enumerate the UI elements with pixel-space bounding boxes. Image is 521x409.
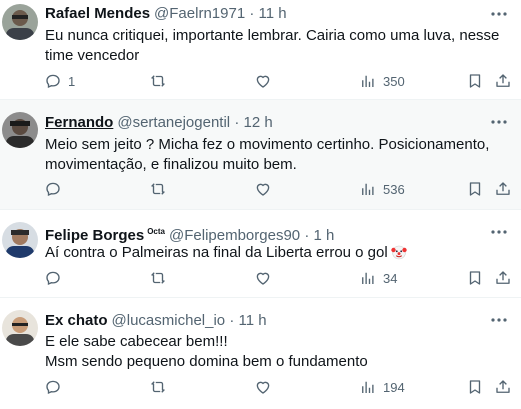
- retweet-button[interactable]: [149, 269, 173, 287]
- bookmark-button[interactable]: [466, 378, 484, 396]
- more-icon[interactable]: [489, 310, 509, 330]
- bookmark-icon: [469, 182, 481, 196]
- bookmark-icon: [469, 74, 481, 88]
- timestamp[interactable]: 11 h: [238, 312, 266, 329]
- tweet-text-line-2: Msm sendo pequeno domina bem o fundament…: [45, 353, 368, 370]
- timestamp[interactable]: 12 h: [243, 114, 272, 131]
- author-name[interactable]: Rafael Mendes: [45, 5, 150, 22]
- reply-icon: [46, 74, 60, 89]
- views-icon: [362, 381, 374, 393]
- tweet-3[interactable]: Felipe Borges Octa @Felipemborges90 · 1 h …: [0, 210, 521, 298]
- views-icon: [362, 75, 374, 87]
- timestamp[interactable]: 11 h: [259, 5, 287, 22]
- tweet-2[interactable]: Fernando @sertanejogentil · 12 h Meio sem…: [0, 100, 521, 210]
- tweet-actions: 34: [0, 269, 521, 289]
- tweet-header: Rafael Mendes @Faelrn1971 · 11 h: [45, 5, 287, 23]
- separator-dot: ·: [304, 227, 310, 244]
- views-button[interactable]: 34: [359, 269, 397, 287]
- author-handle[interactable]: @lucasmichel_io: [112, 312, 226, 329]
- like-icon: [256, 75, 270, 88]
- like-icon: [256, 272, 270, 285]
- bookmark-button[interactable]: [466, 72, 484, 90]
- share-icon: [496, 271, 510, 284]
- more-icon[interactable]: [489, 112, 509, 132]
- tweet-text: Eu nunca critiquei, importante lembrar. …: [45, 27, 500, 64]
- retweet-button[interactable]: [149, 180, 173, 198]
- tweet-header: Ex chato @lucasmichel_io · 11 h: [45, 312, 267, 330]
- tweet-header: Felipe Borges Octa @Felipemborges90 · 1 h: [45, 223, 334, 245]
- tweet-4[interactable]: Ex chato @lucasmichel_io · 11 h E ele sab…: [0, 298, 521, 409]
- separator-dot: ·: [234, 114, 240, 131]
- share-button[interactable]: [494, 72, 512, 90]
- tweet-actions: 536: [0, 180, 521, 200]
- views-button[interactable]: 536: [359, 180, 405, 198]
- separator-dot: ·: [229, 312, 235, 329]
- retweet-button[interactable]: [149, 72, 173, 90]
- view-count: 536: [383, 181, 405, 197]
- like-button[interactable]: [254, 180, 278, 198]
- author-handle[interactable]: @Felipemborges90: [169, 227, 300, 244]
- more-icon[interactable]: [489, 222, 509, 242]
- share-icon: [496, 380, 510, 393]
- reply-icon: [46, 271, 60, 286]
- tweet-text-line-1: E ele sabe cabecear bem!!!: [45, 333, 228, 350]
- bookmark-button[interactable]: [466, 269, 484, 287]
- author-name[interactable]: Fernando: [45, 114, 113, 131]
- like-button[interactable]: [254, 269, 278, 287]
- avatar[interactable]: [2, 112, 38, 148]
- separator-dot: ·: [249, 5, 255, 22]
- tweet-text-container: Aí contra o Palmeiras na final da Libert…: [45, 243, 505, 263]
- views-button[interactable]: 350: [359, 72, 405, 90]
- retweet-button[interactable]: [149, 378, 173, 396]
- avatar[interactable]: [2, 310, 38, 346]
- author-handle[interactable]: @sertanejogentil: [117, 114, 230, 131]
- share-button[interactable]: [494, 269, 512, 287]
- reply-button[interactable]: [44, 180, 68, 198]
- share-button[interactable]: [494, 180, 512, 198]
- author-badge: Octa: [147, 227, 165, 236]
- retweet-icon: [151, 75, 165, 87]
- share-icon: [496, 182, 510, 195]
- tweet-actions: 194: [0, 378, 521, 398]
- avatar[interactable]: [2, 4, 38, 40]
- reply-button[interactable]: [44, 269, 68, 287]
- reply-count: 1: [68, 73, 76, 89]
- retweet-icon: [151, 381, 165, 393]
- timestamp[interactable]: 1 h: [313, 227, 334, 244]
- view-count: 34: [383, 270, 398, 286]
- share-button[interactable]: [494, 378, 512, 396]
- clown-face-emoji: [391, 245, 407, 260]
- views-icon: [362, 272, 374, 284]
- share-icon: [496, 74, 510, 87]
- view-count: 350: [383, 73, 405, 89]
- like-button[interactable]: [254, 378, 278, 396]
- bookmark-button[interactable]: [466, 180, 484, 198]
- more-icon[interactable]: [489, 4, 509, 24]
- view-count: 194: [383, 379, 405, 395]
- tweet-1[interactable]: Rafael Mendes @Faelrn1971 · 11 h Eu nunca…: [0, 0, 521, 100]
- tweet-actions: 1 350: [0, 72, 521, 92]
- tweet-text: Aí contra o Palmeiras na final da Libert…: [45, 244, 388, 261]
- tweet-header: Fernando @sertanejogentil · 12 h: [45, 114, 273, 132]
- reply-icon: [46, 380, 60, 395]
- tweet-text: E ele sabe cabecear bem!!! Msm sendo peq…: [45, 332, 505, 372]
- author-handle[interactable]: @Faelrn1971: [154, 5, 245, 22]
- views-icon: [362, 183, 374, 195]
- reply-icon: [46, 182, 60, 197]
- tweet-text: Meio sem jeito ? Micha fez o movimento c…: [45, 136, 490, 173]
- views-button[interactable]: 194: [359, 378, 405, 396]
- bookmark-icon: [469, 271, 481, 285]
- reply-button[interactable]: 1: [44, 72, 75, 90]
- bookmark-icon: [469, 380, 481, 394]
- like-icon: [256, 183, 270, 196]
- like-button[interactable]: [254, 72, 278, 90]
- reply-button[interactable]: [44, 378, 68, 396]
- avatar[interactable]: [2, 222, 38, 258]
- retweet-icon: [151, 272, 165, 284]
- author-name[interactable]: Ex chato: [45, 312, 108, 329]
- author-name[interactable]: Felipe Borges: [45, 227, 144, 244]
- like-icon: [256, 381, 270, 394]
- retweet-icon: [151, 183, 165, 195]
